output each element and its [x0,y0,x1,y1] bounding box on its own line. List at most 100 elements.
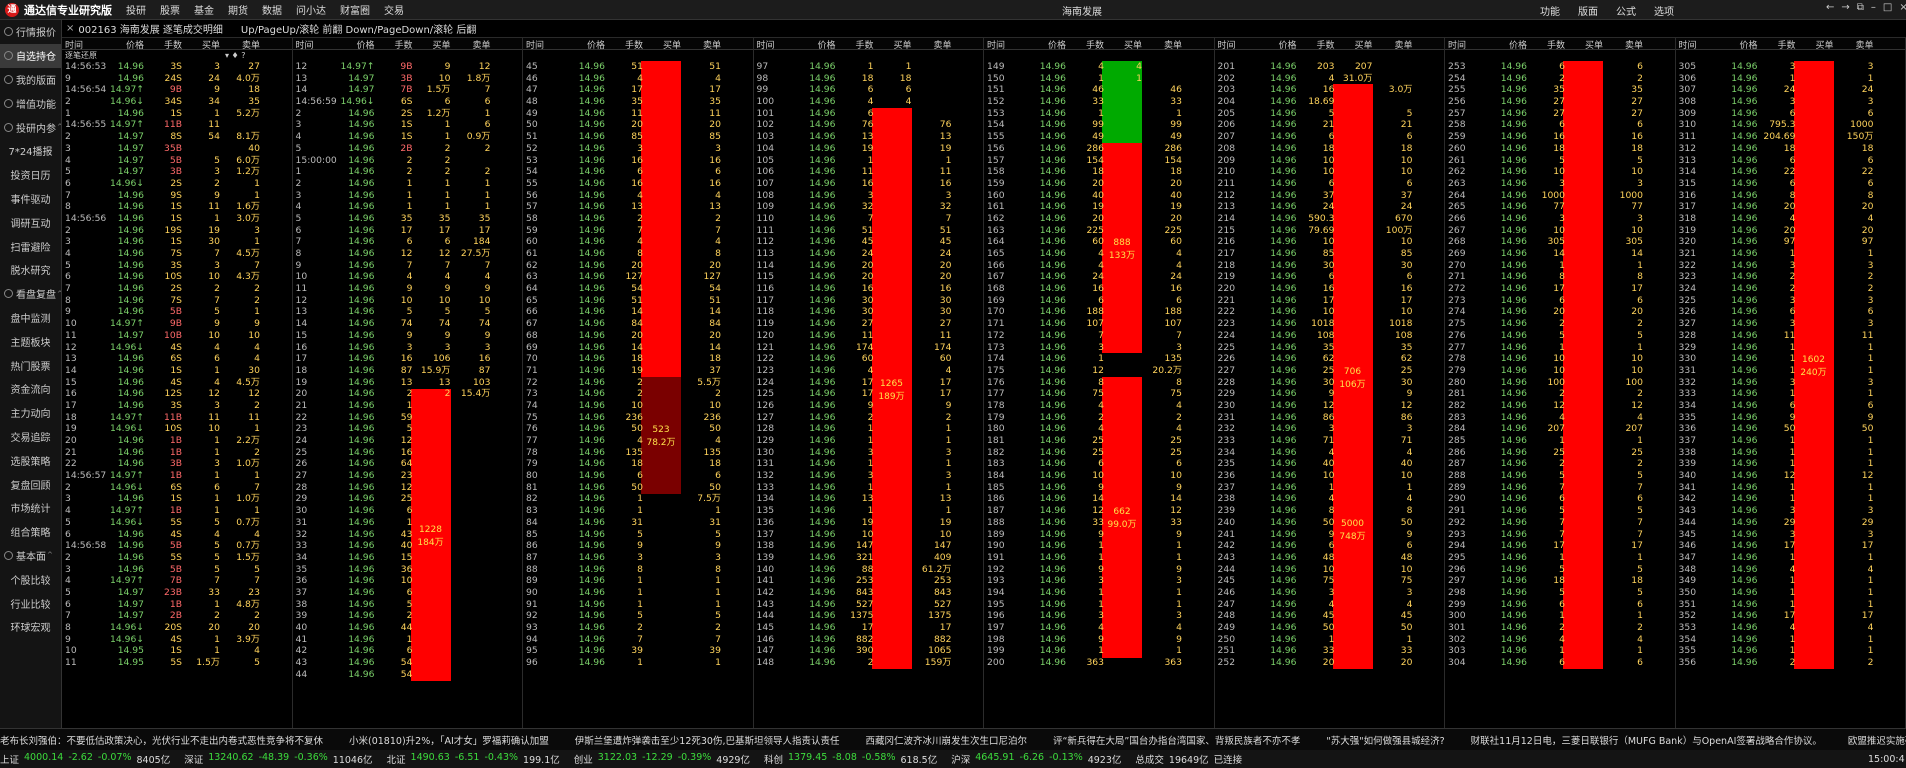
maximize-icon[interactable]: □ [1883,2,1892,13]
sidebar-item-22[interactable]: 基本面 ^ [0,544,61,568]
sidebar-item-21[interactable]: 组合策略 [0,520,61,544]
cell-price: 14.97 [117,586,144,598]
cell-buy [413,505,453,517]
back-icon[interactable]: ← [1826,2,1834,13]
menu-item-5[interactable]: 问小达 [296,2,326,17]
cell-time: 176 [987,376,1005,388]
ticker-item-1[interactable]: 小米(01810)升2%，「AI才女」罗福莉确认加盟 [349,733,549,747]
cell-volume: 16 [861,283,874,295]
sidebar-item-25[interactable]: 环球宏观 [0,615,61,639]
menu-item-1[interactable]: 股票 [160,2,180,17]
index-4[interactable]: 科创 1379.45 -8.08 -0.58% 618.5亿 [764,752,937,766]
cell-buy: 1 [214,493,220,505]
cell-price: 14.96 [578,388,605,400]
menu-item-4[interactable]: 数据 [262,2,282,17]
menu-item-3[interactable]: 期货 [228,2,248,17]
index-0[interactable]: 上证 4000.14 -2.62 -0.07% 8405亿 [0,752,170,766]
sidebar-item-2[interactable]: 我的版面 [0,68,61,92]
tick-row: 26 14.96 64 [293,458,523,470]
tick-row: 139 14.96 321 409 [754,552,984,564]
sidebar-item-5[interactable]: 7*24播报 [0,139,61,163]
cell-sell [453,622,493,634]
menu-item-0[interactable]: 投研 [126,2,146,17]
cell-buy [874,166,914,178]
cell-volume: 3 [1559,177,1565,189]
cell-time: 263 [1448,177,1466,189]
ticker-item-6[interactable]: 财联社11月12日电，三菱日联银行（MUFG Bank）与OpenAI签署战略合… [1471,733,1822,747]
sidebar-item-10[interactable]: 脱水研究 [0,258,61,282]
right-menu-item-0[interactable]: 功能 [1540,3,1560,18]
restore-icon[interactable]: ⧉ [1857,2,1864,13]
cell-price: 14.96 [1039,446,1066,458]
cell-sell: 4.8万 [236,598,260,610]
sidebar-item-label: 盘中监测 [10,313,51,325]
tick-row: 208 14.96 18 18 [1215,143,1445,155]
cell-volume: 3 [867,446,874,458]
sidebar-item-23[interactable]: 个股比较 [0,567,61,591]
cell-volume: 30 [861,294,874,306]
index-3[interactable]: 创业 3122.03 -12.29 -0.39% 4929亿 [574,752,750,766]
sidebar-item-3[interactable]: 增值功能 [0,91,61,115]
index-2[interactable]: 北证 1490.63 -6.51 -0.43% 199.1亿 [387,752,560,766]
sidebar-item-16[interactable]: 主力动向 [0,401,61,425]
sidebar-item-19[interactable]: 复盘回顾 [0,472,61,496]
sidebar-item-6[interactable]: 投资日历 [0,163,61,187]
ticker-item-5[interactable]: "苏大强"如何做强县城经济? [1326,733,1444,747]
index-1[interactable]: 深证 13240.62 -48.39 -0.36% 11046亿 [184,752,372,766]
cell-time: 2 [65,224,71,236]
sidebar-item-12[interactable]: 盘中监测 [0,306,61,330]
ticker-item-2[interactable]: 伊斯兰堡遭炸弹袭击至少12死30伤,巴基斯坦领导人指责认责任 [575,733,840,747]
cell-price: 14.96 [117,458,144,470]
sidebar-item-24[interactable]: 行业比较 [0,591,61,615]
right-menu-item-3[interactable]: 选项 [1654,3,1674,18]
ticker-item-0[interactable]: 老布长刘强伯：不要低估政策决心，光伏行业不走出内卷式恶性竞争将不复休 [0,733,323,747]
sidebar-item-4[interactable]: 投研内参 ^ [0,115,61,139]
sidebar-item-7[interactable]: 事件驱动 [0,187,61,211]
cell-buy [874,108,914,120]
cell-price: 14.96 [1039,470,1066,482]
cell-time: 250 [1217,633,1236,645]
sidebar-item-20[interactable]: 市场统计 [0,496,61,520]
cell-price: 14.97 [117,166,144,178]
minimize-icon[interactable]: – [1871,2,1876,13]
cell-price: 14.96 [1270,575,1297,587]
cell-sell: 12 [1170,505,1182,517]
cell-sell: 6 [1637,493,1643,505]
cell-buy [1335,131,1375,143]
cell-volume: 1 [1098,540,1104,552]
sidebar-item-18[interactable]: 选股策略 [0,448,61,472]
ticker-item-7[interactable]: 欧盟推迟实施碳排放新规恐任制通胀 [1848,733,1906,747]
tick-row: 15 14.96 4S 4 4.5万 [62,377,292,389]
sidebar-item-11[interactable]: 看盘复盘 ^ [0,282,61,306]
sidebar-item-17[interactable]: 交易追踪 [0,425,61,449]
forward-icon[interactable]: → [1841,2,1849,13]
ticker-item-3[interactable]: 西藏冈仁波齐冰川崩发生次生口尼泊尔 [865,733,1027,747]
cell-sell: 207 [1625,423,1643,435]
cell-sell: 4 [715,236,721,248]
cell-sell: 20 [709,259,721,271]
menu-item-2[interactable]: 基金 [194,2,214,17]
sidebar-item-14[interactable]: 热门股票 [0,353,61,377]
index-5[interactable]: 沪深 4645.91 -6.26 -0.13% 4923亿 [951,752,1121,766]
cell-price: 14.96 [1270,516,1297,528]
right-menu-item-2[interactable]: 公式 [1616,3,1636,18]
ticker-item-4[interactable]: 评“新兵得在大局”国台办指台湾国家、背叛民族者不亦不孝 [1053,733,1300,747]
cell-sell [453,669,493,681]
cell-buy [413,470,453,482]
news-ticker[interactable]: 老布长刘强伯：不要低估政策决心，光伏行业不走出内卷式恶性竞争将不复休 小米(018… [0,728,1906,750]
cell-time: 308 [1678,96,1697,108]
sidebar-item-13[interactable]: 主题板块 [0,329,61,353]
sidebar-item-1[interactable]: 自选持仓 [0,43,61,68]
close-tab-icon[interactable]: × [66,23,74,34]
menu-item-7[interactable]: 交易 [384,2,404,17]
tick-row: 83 14.96 1 1 [523,505,753,517]
sidebar-item-15[interactable]: 资金流向 [0,377,61,401]
right-menu-item-1[interactable]: 版面 [1578,3,1598,18]
sidebar-item-8[interactable]: 调研互动 [0,210,61,234]
menu-item-6[interactable]: 财富圈 [340,2,370,17]
sub-header-symbols[interactable]: ▾ ♦ ? [225,51,246,60]
cell-volume: 24 [1092,271,1104,283]
close-icon[interactable]: × [1899,2,1906,13]
sidebar-item-9[interactable]: 扫雷避险 [0,234,61,258]
sidebar-item-0[interactable]: 行情报价 [0,20,61,44]
